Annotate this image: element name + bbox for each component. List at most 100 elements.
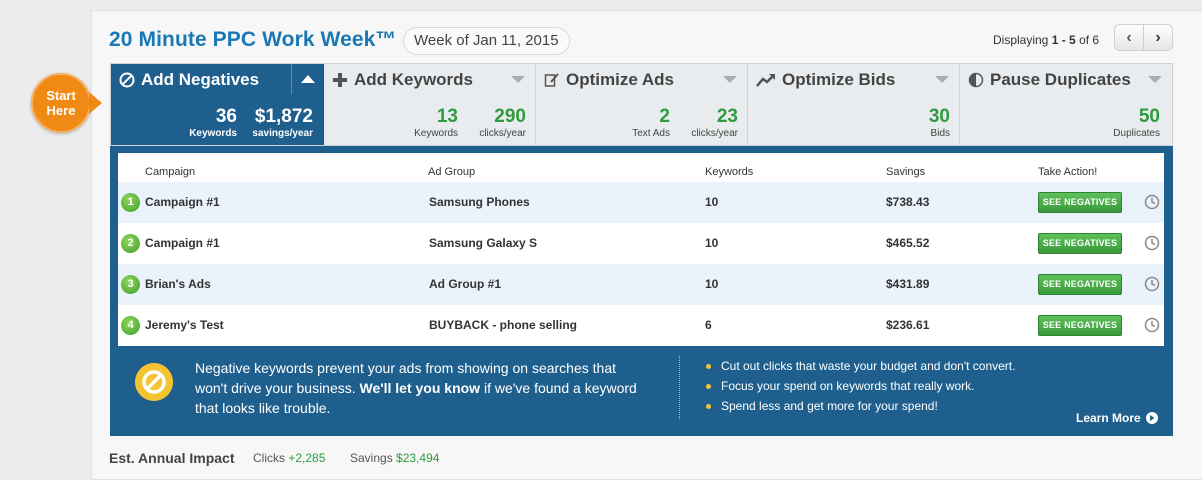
chevron-down-icon[interactable] — [511, 76, 525, 83]
clock-icon[interactable] — [1144, 276, 1160, 292]
stat: 2 Text Ads — [612, 107, 670, 140]
stat-value: $1,872 — [254, 106, 313, 127]
clock-icon[interactable] — [1144, 194, 1160, 210]
rank-badge: 3 — [121, 275, 140, 294]
see-negatives-button[interactable]: SEE NEGATIVES — [1038, 233, 1122, 254]
pagination-status: Displaying 1 - 5 of 6 — [993, 33, 1099, 47]
campaign-cell: Campaign #1 — [145, 195, 220, 209]
stat: 30 Bids — [888, 107, 950, 140]
impact-savings-value: $23,494 — [396, 451, 440, 465]
chevron-down-icon[interactable] — [1148, 76, 1162, 83]
column-header-ad-group: Ad Group — [428, 166, 476, 178]
learn-more-label: Learn More — [1076, 411, 1141, 425]
task-tabs: Add Negatives 36 Keywords $1,872 savings… — [110, 63, 1173, 146]
chevron-down-icon[interactable] — [935, 76, 949, 83]
stat: $1,872 savings/year — [239, 107, 313, 140]
benefits-list: Cut out clicks that waste your budget an… — [706, 356, 1015, 416]
tab-optimize-ads[interactable]: Optimize Ads 2 Text Ads 23 clicks/year — [536, 64, 748, 145]
stat-value: 50 — [1138, 106, 1160, 127]
rank-badge: 1 — [121, 193, 140, 212]
tab-add-keywords[interactable]: Add Keywords 13 Keywords 290 clicks/year — [324, 64, 536, 145]
savings-cell: $738.43 — [886, 195, 930, 209]
tab-optimize-bids[interactable]: Optimize Bids 30 Bids — [748, 64, 960, 145]
rank-badge: 2 — [121, 234, 140, 253]
campaign-cell: Jeremy's Test — [145, 318, 224, 332]
tab-label: Add Negatives — [141, 70, 260, 89]
plus-icon — [333, 73, 347, 87]
tab-add-negatives[interactable]: Add Negatives 36 Keywords $1,872 savings… — [111, 64, 324, 145]
list-item: Focus your spend on keywords that really… — [706, 376, 1015, 396]
stat-value: 2 — [659, 106, 670, 127]
learn-more-link[interactable]: Learn More — [1076, 411, 1158, 425]
table-row: 2 Campaign #1 Samsung Galaxy S 10 $465.5… — [118, 223, 1164, 264]
start-here-arrow — [89, 92, 102, 114]
impact-savings: Savings $23,494 — [350, 451, 439, 465]
stat-value: 13 — [436, 106, 458, 127]
impact-clicks-value: +2,285 — [288, 451, 326, 465]
chevron-down-icon[interactable] — [723, 76, 737, 83]
keywords-cell: 10 — [705, 195, 719, 209]
column-header-savings: Savings — [886, 166, 926, 178]
trend-up-icon — [756, 74, 775, 87]
half-circle-icon — [968, 72, 984, 88]
tab-header: Optimize Ads — [544, 70, 674, 90]
impact-clicks: Clicks +2,285 — [253, 451, 325, 465]
start-here-badge: Start Here — [31, 73, 91, 133]
keywords-cell: 6 — [705, 318, 712, 332]
see-negatives-button[interactable]: SEE NEGATIVES — [1038, 192, 1122, 213]
tab-header: Add Keywords — [332, 70, 473, 90]
table-row: 1 Campaign #1 Samsung Phones 10 $738.43 … — [118, 182, 1164, 223]
tab-label: Pause Duplicates — [990, 70, 1131, 89]
campaign-cell: Campaign #1 — [145, 236, 220, 250]
tab-header: Optimize Bids — [756, 70, 895, 90]
info-text: Negative keywords prevent your ads from … — [195, 358, 645, 418]
tab-header: Add Negatives — [119, 70, 259, 90]
column-header-keywords: Keywords — [705, 166, 754, 178]
chevron-right-icon[interactable]: › — [1143, 25, 1172, 50]
start-here-line2: Here — [46, 103, 76, 118]
tab-pause-duplicates[interactable]: Pause Duplicates 50 Duplicates — [960, 64, 1172, 145]
collapse-toggle[interactable] — [291, 64, 323, 94]
stat-value: 30 — [928, 106, 950, 127]
impact-label: Est. Annual Impact — [109, 450, 235, 466]
keywords-cell: 10 — [705, 277, 719, 291]
ad-group-cell: Samsung Phones — [429, 195, 530, 209]
stat-value: 23 — [716, 106, 738, 127]
stat-label: savings/year — [252, 128, 313, 139]
stat: 23 clicks/year — [676, 107, 738, 140]
divider — [679, 356, 680, 419]
no-entry-icon — [119, 72, 135, 88]
info-section: Negative keywords prevent your ads from … — [110, 346, 1173, 436]
stat-label: Bids — [930, 128, 950, 139]
stat: 50 Duplicates — [1080, 107, 1160, 140]
stat: 13 Keywords — [394, 107, 458, 140]
clock-icon[interactable] — [1144, 317, 1160, 333]
clock-icon[interactable] — [1144, 235, 1160, 251]
tab-label: Optimize Bids — [782, 70, 896, 89]
stat-label: Duplicates — [1113, 128, 1160, 139]
keywords-cell: 10 — [705, 236, 719, 250]
stat-label: Keywords — [414, 128, 458, 139]
rank-badge: 4 — [121, 316, 140, 335]
stat-label: clicks/year — [479, 128, 526, 139]
ad-group-cell: Samsung Galaxy S — [429, 236, 538, 250]
displaying-suffix: of 6 — [1079, 33, 1100, 47]
arrow-circle-right-icon — [1145, 412, 1158, 424]
displaying-range: 1 - 5 — [1051, 33, 1076, 47]
negatives-panel: Campaign Ad Group Keywords Savings Take … — [110, 146, 1173, 436]
savings-cell: $236.61 — [886, 318, 930, 332]
see-negatives-button[interactable]: SEE NEGATIVES — [1038, 315, 1122, 336]
column-header-take-action: Take Action! — [1038, 166, 1098, 178]
see-negatives-button[interactable]: SEE NEGATIVES — [1038, 274, 1122, 295]
week-selector[interactable]: Week of Jan 11, 2015 — [403, 27, 570, 55]
chevron-left-icon[interactable]: ‹ — [1115, 25, 1143, 50]
campaign-cell: Brian's Ads — [145, 277, 211, 291]
pager: ‹ › — [1114, 24, 1173, 51]
ad-group-cell: Ad Group #1 — [429, 277, 502, 291]
start-here-line1: Start — [46, 88, 76, 103]
stat-label: Text Ads — [632, 128, 670, 139]
tab-label: Add Keywords — [354, 70, 474, 89]
edit-icon — [544, 73, 559, 87]
stat-value: 36 — [215, 106, 237, 127]
stat-label: Keywords — [189, 128, 237, 139]
